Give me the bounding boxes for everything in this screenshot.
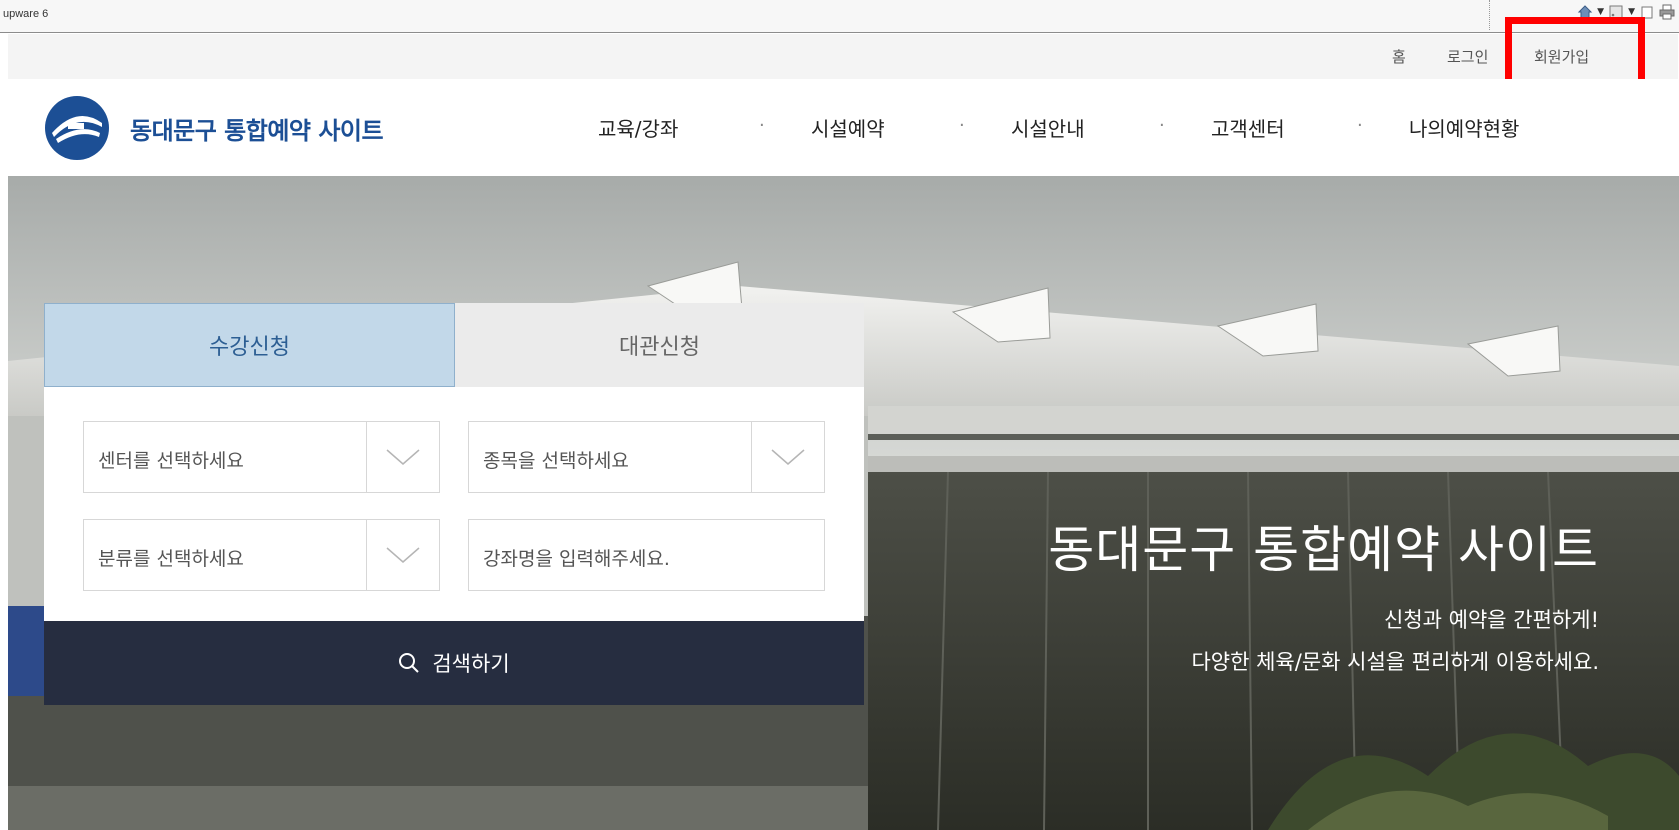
home-icon[interactable] [1577, 4, 1593, 20]
chevron-down-icon[interactable] [366, 422, 439, 492]
nav-item-facility-reservation[interactable]: 시설예약 [811, 113, 885, 142]
category-select[interactable]: 분류를 선택하세요 [83, 519, 440, 591]
search-button[interactable]: 검색하기 [44, 621, 864, 705]
course-name-input[interactable]: 강좌명을 입력해주세요. [468, 519, 825, 591]
home-caret-icon[interactable]: ▼ [1597, 7, 1604, 17]
home-link[interactable]: 홈 [1392, 46, 1406, 67]
nav-item-education[interactable]: 교육/강좌 [598, 113, 678, 142]
nav-item-facility-info[interactable]: 시설안내 [1011, 113, 1085, 142]
join-link[interactable]: 회원가입 [1534, 46, 1589, 67]
hero-title: 동대문구 통합예약 사이트 [1048, 521, 1599, 579]
page: upware 6 ▼ ▼ 홈 로그인 회원가입 동대문구 통합예약 사이트 교육… [0, 0, 1679, 830]
hero-subtitle-2: 다양한 체육/문화 시설을 편리하게 이용하세요. [1191, 650, 1599, 674]
nav-separator: · [759, 115, 765, 136]
chevron-down-icon[interactable] [366, 520, 439, 590]
feed-caret-icon[interactable]: ▼ [1628, 7, 1635, 17]
toolbar-divider [1489, 0, 1490, 30]
sport-select[interactable]: 종목을 선택하세요 [468, 421, 825, 493]
search-panel: 수강신청 대관신청 센터를 선택하세요 종목을 선택하세요 분류를 선택하세요 [44, 303, 864, 705]
chevron-down-icon[interactable] [751, 422, 824, 492]
browser-title: upware 6 [3, 8, 49, 20]
site-header: 동대문구 통합예약 사이트 교육/강좌 · 시설예약 · 시설안내 · 고객센터… [8, 79, 1679, 176]
nav-item-customer-center[interactable]: 고객센터 [1211, 113, 1285, 142]
nav-item-my-reservations[interactable]: 나의예약현황 [1409, 113, 1519, 142]
search-form: 센터를 선택하세요 종목을 선택하세요 분류를 선택하세요 강좌명을 입력해주세… [44, 387, 864, 621]
utility-bar: 홈 로그인 회원가입 [8, 34, 1678, 79]
sport-select-label: 종목을 선택하세요 [483, 450, 629, 472]
search-button-label: 검색하기 [432, 652, 510, 676]
main-nav: 교육/강좌 · 시설예약 · 시설안내 · 고객센터 · 나의예약현황 [8, 113, 1679, 143]
nav-separator: · [1159, 115, 1165, 136]
browser-toolbar: upware 6 ▼ ▼ [0, 0, 1679, 33]
category-select-label: 분류를 선택하세요 [98, 548, 244, 570]
course-name-placeholder: 강좌명을 입력해주세요. [483, 548, 670, 570]
feed-icon[interactable] [1608, 4, 1624, 20]
tab-rental-application[interactable]: 대관신청 [455, 303, 864, 387]
browser-tools: ▼ ▼ [1577, 3, 1675, 21]
hero-subtitle-1: 신청과 예약을 간편하게! [1384, 608, 1599, 632]
search-icon [399, 653, 420, 673]
page-icon[interactable] [1639, 4, 1655, 20]
center-select-label: 센터를 선택하세요 [98, 450, 244, 472]
print-icon[interactable] [1659, 4, 1675, 20]
login-link[interactable]: 로그인 [1447, 46, 1488, 67]
nav-separator: · [1357, 115, 1363, 136]
nav-separator: · [959, 115, 965, 136]
tab-course-application[interactable]: 수강신청 [44, 303, 455, 387]
center-select[interactable]: 센터를 선택하세요 [83, 421, 440, 493]
